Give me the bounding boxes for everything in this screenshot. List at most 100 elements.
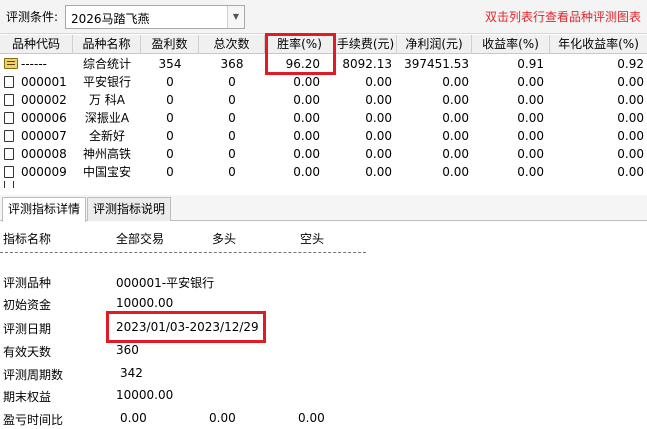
cell-annual-return: 0.00 [617,93,644,107]
detail-label: 评测品种 [3,276,52,290]
cell-win-rate: 0.00 [293,75,320,89]
cell-name: 全新好 [88,129,125,143]
detail-label: 盈亏时间比 [3,413,64,427]
detail-header-long: 多头 [212,232,237,246]
cell-code: 000008 [21,147,67,161]
cell-wins: 354 [158,57,182,71]
table-row[interactable]: 000007 全新好 0 0 0.00 0.00 0.00 0.00 0.00 [0,127,647,145]
detail-value-long: 0.00 [209,411,236,425]
cell-wins: 0 [166,129,174,143]
cell-fee: 0.00 [365,165,392,179]
cell-net-profit: 0.00 [442,93,469,107]
cell-return: 0.91 [517,57,544,71]
cell-code: 000002 [21,93,67,107]
detail-header-name: 指标名称 [3,232,52,246]
table-row[interactable]: 000001 平安银行 0 0 0.00 0.00 0.00 0.00 0.00 [0,73,647,91]
table-header: 品种代码 品种名称 盈利数 总次数 胜率(%) 手续费(元) 净利润(元) 收益… [0,35,647,54]
cell-code: 000009 [21,165,67,179]
cell-annual-return: 0.00 [617,147,644,161]
cell-wins: 0 [166,111,174,125]
table-row[interactable]: 000002 万 科A 0 0 0.00 0.00 0.00 0.00 0.00 [0,91,647,109]
cell-fee: 0.00 [365,93,392,107]
detail-tabs: 评测指标详情 评测指标说明 [0,195,647,222]
document-icon [4,148,14,160]
strategy-select[interactable]: 2026马踏飞燕 ▼ [65,5,245,29]
cell-wins: 0 [166,93,174,107]
column-header-name[interactable]: 品种名称 [73,35,141,54]
document-icon [4,181,14,188]
cell-return: 0.00 [517,93,544,107]
cell-total: 0 [228,93,236,107]
cell-total: 0 [228,129,236,143]
cell-fee: 0.00 [365,111,392,125]
column-header-code[interactable]: 品种代码 [0,35,73,54]
cell-fee: 8092.13 [342,57,392,71]
cell-annual-return: 0.92 [617,57,644,71]
cell-net-profit: 397451.53 [404,57,469,71]
chevron-down-icon[interactable]: ▼ [227,6,244,28]
cell-total: 0 [228,165,236,179]
detail-header-all: 全部交易 [116,232,165,246]
column-header-win-rate[interactable]: 胜率(%) [265,35,335,54]
cell-name: 万 科A [88,93,126,107]
cell-win-rate: 0.00 [293,147,320,161]
cell-fee: 0.00 [365,147,392,161]
column-header-total[interactable]: 总次数 [199,35,265,54]
cell-return: 0.00 [517,147,544,161]
cell-annual-return: 0.00 [617,129,644,143]
column-header-annual-return[interactable]: 年化收益率(%) [550,35,647,54]
cell-annual-return: 0.00 [617,75,644,89]
table-row[interactable]: 000009 中国宝安 0 0 0.00 0.00 0.00 0.00 0.00 [0,163,647,181]
evaluation-detail-panel: 指标名称 全部交易 多头 空头 评测品种 000001-平安银行 初始资金 10… [0,222,647,429]
cell-code: 000006 [21,111,67,125]
document-icon [4,76,14,88]
cell-net-profit: 0.00 [442,129,469,143]
column-header-return[interactable]: 收益率(%) [472,35,550,54]
document-icon [4,94,14,106]
cell-win-rate: 0.00 [293,93,320,107]
cell-wins: 0 [166,75,174,89]
condition-label: 评测条件: [6,10,59,24]
cell-name: 神州高铁 [82,147,131,161]
table-row[interactable]: 000008 神州高铁 0 0 0.00 0.00 0.00 0.00 0.00 [0,145,647,163]
evaluation-results-table: 品种代码 品种名称 盈利数 总次数 胜率(%) 手续费(元) 净利润(元) 收益… [0,35,647,188]
column-header-net-profit[interactable]: 净利润(元) [397,35,472,54]
divider [0,252,366,253]
cell-wins: 0 [166,147,174,161]
cell-total: 0 [228,147,236,161]
detail-value: 342 [120,366,143,380]
table-row-summary[interactable]: ------ 综合统计 354 368 96.20 8092.13 397451… [0,55,647,73]
cell-annual-return: 0.00 [617,165,644,179]
cell-net-profit: 0.00 [442,147,469,161]
cell-return: 0.00 [517,165,544,179]
detail-value-date-range: 2023/01/03-2023/12/29 [116,320,259,334]
cell-total: 0 [228,111,236,125]
cell-net-profit: 0.00 [442,111,469,125]
detail-value: 000001-平安银行 [116,276,215,290]
cell-total: 0 [228,75,236,89]
cell-return: 0.00 [517,75,544,89]
cell-net-profit: 0.00 [442,165,469,179]
cell-win-rate: 0.00 [293,165,320,179]
detail-value: 10000.00 [116,388,174,402]
cell-code: 000001 [21,75,67,89]
cell-annual-return: 0.00 [617,111,644,125]
cell-name: 深振业A [84,111,130,125]
cell-code: ------ [21,57,47,71]
cell-wins: 0 [166,165,174,179]
cell-name: 综合统计 [82,57,131,71]
table-row-partial[interactable] [0,181,647,188]
tab-evaluation-explanation[interactable]: 评测指标说明 [87,197,172,221]
detail-label: 初始资金 [3,298,52,312]
document-icon [4,166,14,178]
cell-win-rate: 0.00 [293,111,320,125]
column-header-wins[interactable]: 盈利数 [141,35,199,54]
table-row[interactable]: 000006 深振业A 0 0 0.00 0.00 0.00 0.00 0.00 [0,109,647,127]
cell-code: 000007 [21,129,67,143]
cell-name: 平安银行 [82,75,131,89]
column-header-fee[interactable]: 手续费(元) [335,35,397,54]
cell-win-rate: 0.00 [293,129,320,143]
cell-fee: 0.00 [365,75,392,89]
detail-value: 0.00 [120,411,147,425]
tab-evaluation-details[interactable]: 评测指标详情 [2,197,87,222]
